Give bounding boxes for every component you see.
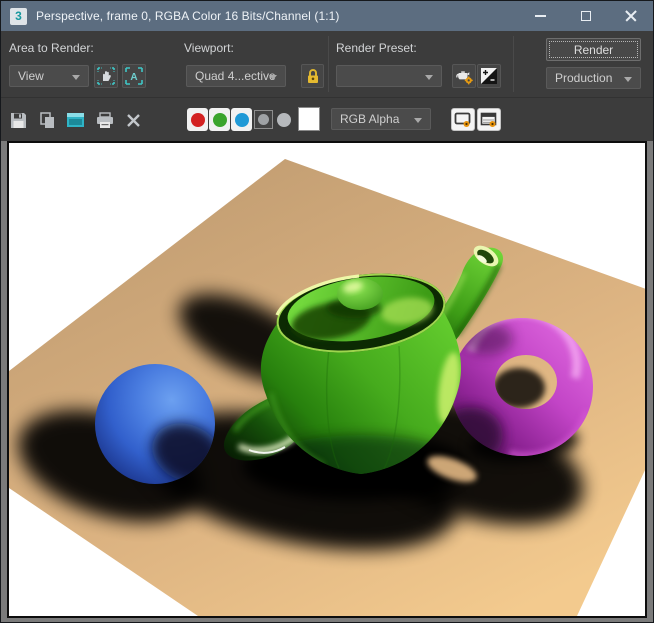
display-mode-value: RGB Alpha — [340, 112, 399, 126]
blue-channel-button[interactable] — [231, 108, 252, 131]
close-button[interactable] — [608, 1, 653, 31]
green-channel-button[interactable] — [209, 108, 230, 131]
maximize-button[interactable] — [563, 1, 608, 31]
render-preset-dropdown[interactable] — [336, 65, 442, 87]
window-title: Perspective, frame 0, RGBA Color 16 Bits… — [36, 9, 340, 23]
ui-toggle-button[interactable] — [477, 108, 501, 131]
red-channel-button[interactable] — [187, 108, 208, 131]
app-icon: 3 — [10, 8, 27, 25]
window-controls — [518, 1, 653, 31]
auto-region-button[interactable]: A — [122, 64, 146, 88]
viewport-lock-button[interactable] — [301, 64, 324, 88]
svg-text:A: A — [130, 72, 137, 83]
area-to-render-value: View — [18, 69, 44, 83]
print-icon — [96, 112, 114, 129]
alpha-channel-button[interactable] — [254, 110, 273, 129]
minimize-icon — [535, 15, 546, 17]
blue-channel-icon — [235, 113, 249, 127]
chevron-down-icon — [425, 75, 433, 80]
rendered-frame-window: 3 Perspective, frame 0, RGBA Color 16 Bi… — [0, 0, 654, 623]
edit-region-button[interactable] — [94, 64, 118, 88]
toolbar-divider — [328, 36, 329, 92]
clear-icon — [126, 113, 141, 128]
chevron-down-icon — [624, 77, 632, 82]
maximize-icon — [581, 11, 591, 21]
auto-region-icon: A — [125, 67, 143, 85]
render-preset-label: Render Preset: — [336, 41, 417, 55]
render-frame — [7, 141, 647, 618]
color-swatch[interactable] — [298, 107, 320, 131]
monochrome-button[interactable] — [277, 113, 291, 127]
print-image-button[interactable] — [93, 108, 117, 132]
minimize-button[interactable] — [518, 1, 563, 31]
chevron-down-icon — [72, 75, 80, 80]
render-mode-dropdown[interactable]: Production — [546, 67, 641, 89]
clone-window-button[interactable] — [63, 108, 87, 132]
viewport-value: Quad 4...ective — [195, 69, 276, 83]
area-to-render-label: Area to Render: — [9, 41, 94, 55]
overlay-toggle-button[interactable] — [451, 108, 475, 131]
render-area — [1, 141, 653, 623]
ui-toggle-icon — [480, 112, 498, 128]
clone-window-icon — [66, 112, 85, 128]
save-icon — [10, 112, 27, 129]
channel-toolbar: RGB Alpha — [1, 97, 653, 141]
chevron-down-icon — [414, 118, 422, 123]
green-channel-icon — [213, 113, 227, 127]
save-image-button[interactable] — [6, 108, 30, 132]
main-toolbar: Area to Render: View A Viewport: Quad 4.… — [1, 31, 653, 97]
exposure-control-icon — [481, 68, 497, 84]
red-channel-icon — [191, 113, 205, 127]
viewport-label: Viewport: — [184, 41, 234, 55]
pan-region-hand-icon — [97, 67, 115, 85]
chevron-down-icon — [269, 75, 277, 80]
overlay-toggle-icon — [454, 112, 472, 128]
clear-button[interactable] — [121, 108, 145, 132]
alpha-channel-icon — [258, 114, 269, 125]
render-setup-teapot-icon — [455, 68, 474, 85]
render-image — [9, 143, 645, 616]
render-setup-button[interactable] — [452, 64, 476, 88]
render-mode-value: Production — [555, 71, 612, 85]
area-to-render-dropdown[interactable]: View — [9, 65, 89, 87]
display-mode-dropdown[interactable]: RGB Alpha — [331, 108, 431, 130]
close-icon — [625, 10, 637, 22]
exposure-control-button[interactable] — [477, 64, 501, 88]
render-button[interactable]: Render — [546, 38, 641, 61]
copy-image-button[interactable] — [35, 108, 59, 132]
copy-icon — [39, 112, 56, 129]
viewport-lock-icon — [306, 68, 320, 84]
titlebar: 3 Perspective, frame 0, RGBA Color 16 Bi… — [1, 1, 653, 31]
viewport-dropdown[interactable]: Quad 4...ective — [186, 65, 286, 87]
toolbar-divider — [513, 36, 514, 92]
